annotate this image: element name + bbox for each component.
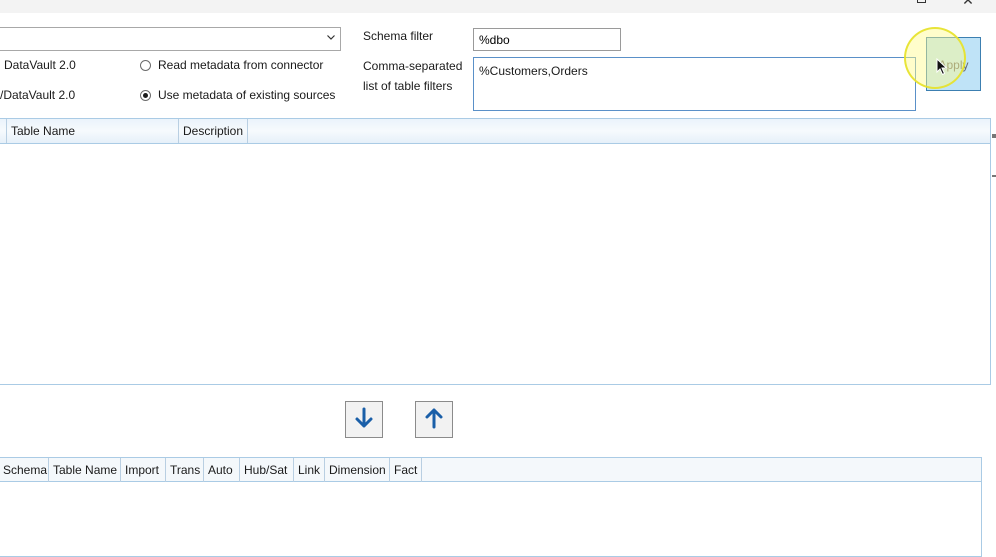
schema-filter-label: Schema filter [363, 29, 434, 43]
column-header-auto[interactable]: Auto [204, 458, 240, 482]
column-header-trans[interactable]: Trans [166, 458, 204, 482]
maximize-icon[interactable] [917, 0, 926, 3]
mouse-cursor-icon [936, 57, 948, 79]
target-type-label-2: /DataVault 2.0 [0, 88, 76, 102]
column-header-table-name[interactable]: Table Name [49, 458, 121, 482]
arrow-up-icon [424, 406, 444, 433]
column-header-partial[interactable] [0, 119, 7, 143]
schema-filter-input[interactable] [473, 28, 621, 51]
cursor-highlight [904, 27, 966, 89]
available-tables-grid[interactable]: Table Name Description [0, 118, 991, 385]
column-header-hub-sat[interactable]: Hub/Sat [240, 458, 294, 482]
column-header-dimension[interactable]: Dimension [325, 458, 390, 482]
radio-use-existing-metadata-label: Use metadata of existing sources [158, 88, 336, 102]
column-header-table-name[interactable]: Table Name [7, 119, 179, 143]
title-bar [0, 0, 996, 13]
radio-read-metadata[interactable]: Read metadata from connector [140, 58, 323, 72]
close-icon[interactable]: ✕ [961, 0, 975, 7]
column-header-schema[interactable]: Schema [0, 458, 49, 482]
table-filter-label-line2: list of table filters [363, 79, 453, 93]
move-down-button[interactable] [345, 401, 383, 438]
move-up-button[interactable] [415, 401, 453, 438]
available-tables-header: Table Name Description [0, 119, 990, 144]
selected-tables-grid[interactable]: Schema Table Name Import Trans Auto Hub/… [0, 457, 982, 557]
radio-button-selected[interactable] [140, 89, 151, 101]
chevron-down-icon[interactable] [326, 31, 336, 45]
table-filter-label-line1: Comma-separated [363, 59, 463, 73]
column-header-link[interactable]: Link [294, 458, 325, 482]
radio-button[interactable] [140, 59, 151, 71]
radio-use-existing-metadata[interactable]: Use metadata of existing sources [140, 88, 335, 102]
scrollbar-edge [992, 175, 996, 177]
target-type-label-1: DataVault 2.0 [4, 58, 76, 72]
column-header-fact[interactable]: Fact [390, 458, 422, 482]
radio-read-metadata-label: Read metadata from connector [158, 58, 324, 72]
column-header-description[interactable]: Description [179, 119, 248, 143]
source-dropdown[interactable] [0, 27, 341, 51]
scrollbar-edge [992, 134, 996, 138]
table-filter-textarea[interactable]: %Customers,Orders [473, 57, 916, 111]
arrow-down-icon [354, 406, 374, 433]
column-header-import[interactable]: Import [121, 458, 166, 482]
selected-tables-header: Schema Table Name Import Trans Auto Hub/… [0, 458, 981, 482]
